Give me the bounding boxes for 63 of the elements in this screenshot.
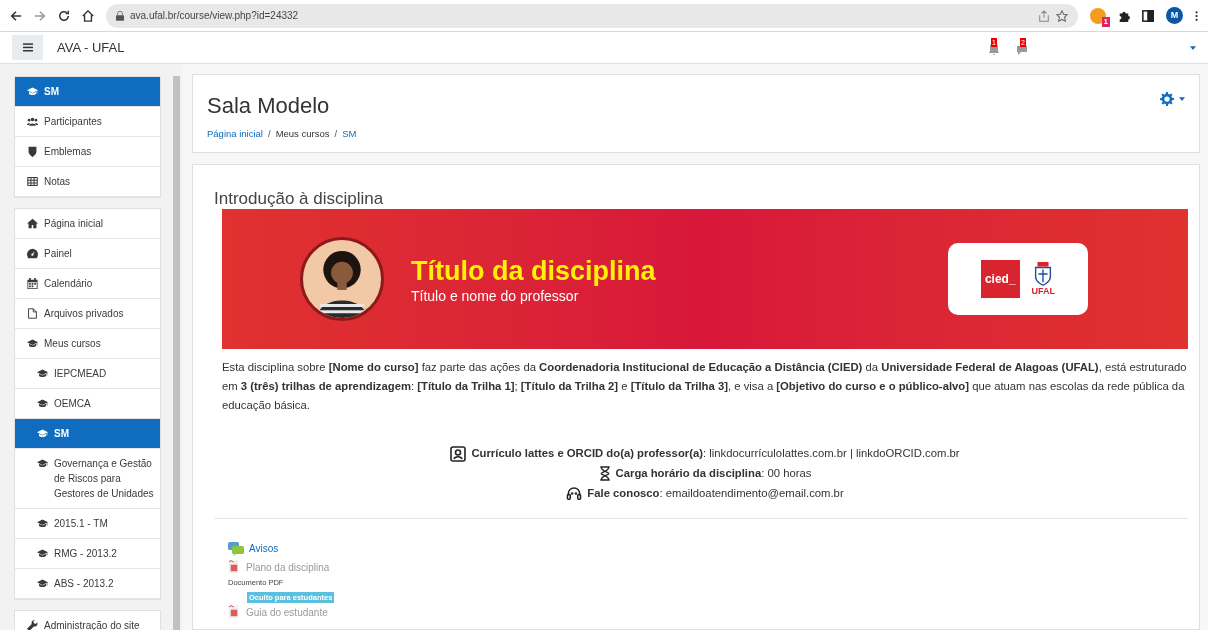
graduation-cap-icon (37, 548, 48, 559)
section-title: Introdução à disciplina (214, 189, 385, 209)
logo-text: UFAL (1031, 286, 1056, 296)
course-description: Esta disciplina sobre [Nome do curso] faz parte das ações da Coordenadoria Institucional de Educação a Distância (CIED) da Universidade Federal de Alagoas (UFAL), está estruturado em 3 (três) trilhas de aprendizagem: [Título da Trilha 1]; [Título da Trilha 2] e [Título da Trilha 3], e visa a [Objetivo do curso e o público-alvo] que atuam nas escolas da rede pública da educação básica. (222, 360, 1188, 413)
pdf-file-icon (228, 605, 241, 621)
profile-icon (450, 445, 467, 462)
graduation-cap-icon (37, 368, 48, 379)
share-icon[interactable] (1038, 9, 1050, 22)
graduation-cap-icon (37, 518, 48, 529)
profile-avatar[interactable]: M (1166, 7, 1183, 24)
activity-link[interactable]: Avisos (249, 541, 279, 556)
logo-text: cied_ (980, 260, 1020, 298)
graduation-cap-icon (37, 398, 48, 409)
lock-icon (116, 10, 124, 21)
scrollbar[interactable] (173, 76, 180, 630)
banner-subtitle: Título e nome do professor (411, 288, 580, 304)
graduation-cap-icon (27, 86, 38, 97)
caret-icon[interactable] (1179, 97, 1185, 101)
graduation-cap-icon (37, 428, 48, 439)
headset-icon (566, 486, 583, 501)
breadcrumb-link[interactable]: SM (342, 127, 357, 142)
breadcrumb-separator: / (268, 127, 271, 141)
site-name[interactable]: AVA - UFAL (57, 37, 125, 58)
shield-icon (27, 146, 38, 157)
side-panel-icon[interactable] (1142, 9, 1154, 22)
users-icon (27, 116, 38, 127)
forum-icon (228, 541, 244, 556)
puzzle-icon[interactable] (1118, 9, 1130, 22)
sidebar-item[interactable]: SM (15, 419, 160, 449)
calendar-icon (27, 278, 38, 289)
info-line: Carga horário da disciplina: 00 horas (615, 466, 812, 482)
info-line: Currículo lattes e ORCID do(a) professor(a): linkdocurrículolattes.com.br | linkdoORCID.com.br (471, 446, 960, 462)
url-text: ava.ufal.br/course/view.php?id=24332 (130, 9, 299, 23)
sidebar-item[interactable]: SM (15, 77, 160, 107)
settings-icon[interactable] (1160, 92, 1174, 106)
page-title: Sala Modelo (207, 92, 330, 120)
graduation-cap-icon (37, 458, 48, 469)
home-icon (27, 218, 38, 229)
extension-badge: 1 (1101, 16, 1110, 27)
forward-icon[interactable] (34, 9, 46, 22)
breadcrumb-link[interactable]: Página inicial (207, 127, 263, 142)
hourglass-icon (598, 466, 611, 481)
gauge-icon (27, 248, 38, 259)
pdf-file-icon (228, 560, 241, 575)
graduation-cap-icon (27, 338, 38, 349)
menu-icon (22, 43, 33, 52)
reload-icon[interactable] (58, 9, 70, 22)
wrench-icon (27, 620, 38, 630)
table-icon (27, 176, 38, 187)
address-bar[interactable]: ava.ufal.br/course/view.php?id=24332 (106, 3, 1078, 28)
home-icon[interactable] (82, 9, 94, 22)
breadcrumb-separator: / (334, 127, 338, 141)
graduation-cap-icon (37, 578, 48, 589)
star-icon[interactable] (1056, 9, 1068, 22)
back-icon[interactable] (10, 9, 22, 22)
info-line: Fale conosco: emaildoatendimento@email.com.br (587, 486, 844, 502)
caret-icon[interactable] (1190, 45, 1196, 50)
banner-title: Título da disciplina (411, 255, 656, 288)
breadcrumb-item: Meus cursos (275, 127, 330, 141)
menu-button[interactable] (12, 35, 43, 60)
crest-icon (1033, 262, 1054, 286)
file-icon (27, 308, 38, 319)
menu-icon[interactable] (1195, 9, 1198, 22)
